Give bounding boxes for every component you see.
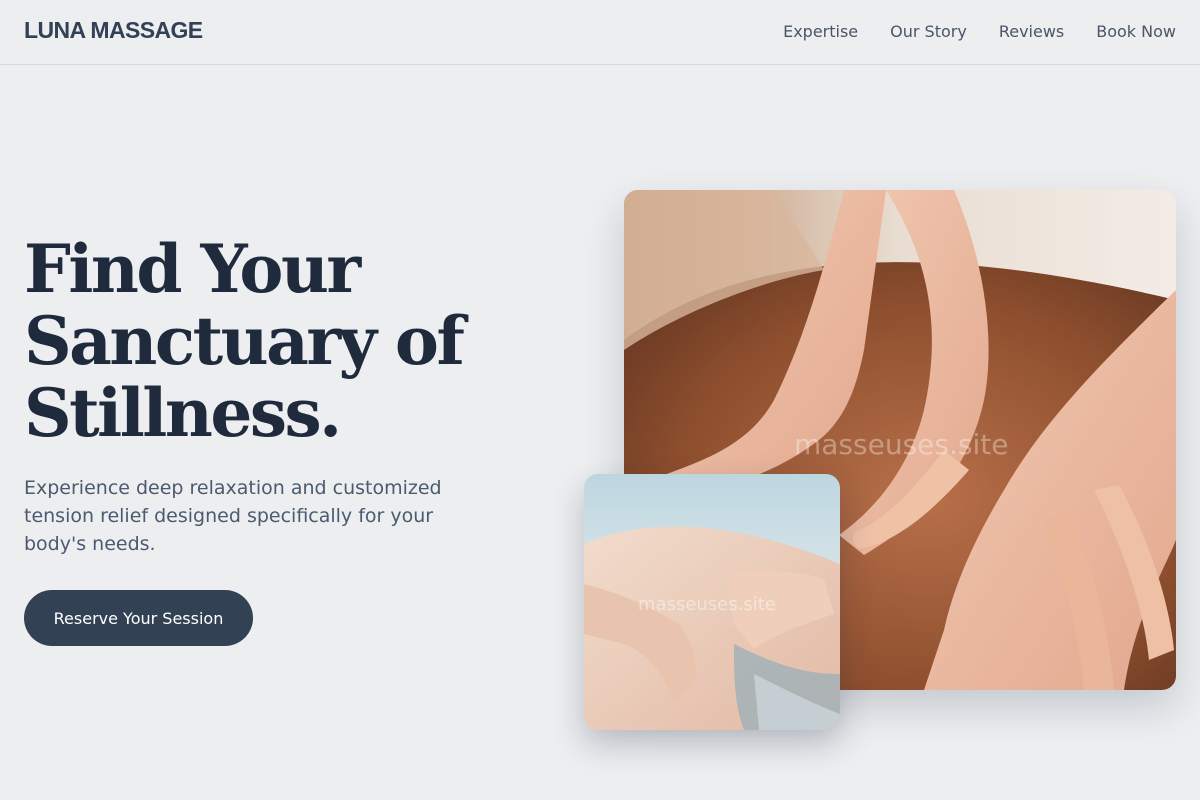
nav-link-book-now[interactable]: Book Now <box>1096 22 1176 41</box>
watermark-main: masseuses.site <box>794 428 1009 461</box>
brand-logo[interactable]: LUNA MASSAGE <box>24 17 203 44</box>
nav-link-our-story[interactable]: Our Story <box>890 22 967 41</box>
reserve-session-button[interactable]: Reserve Your Session <box>24 590 253 646</box>
site-header: LUNA MASSAGE Expertise Our Story Reviews… <box>0 0 1200 65</box>
headline-line-1: Find Your <box>24 230 361 308</box>
headline-line-3: Stillness. <box>24 374 342 452</box>
headline-line-2: Sanctuary of <box>24 302 465 380</box>
nav-link-expertise[interactable]: Expertise <box>783 22 858 41</box>
hero-headline: Find Your Sanctuary of Stillness. <box>24 233 494 449</box>
hero-subtext: Experience deep relaxation and customize… <box>24 477 442 555</box>
main-nav: Expertise Our Story Reviews Book Now <box>783 22 1176 41</box>
massage-photo-secondary: masseuses.site <box>584 474 840 730</box>
watermark-secondary: masseuses.site <box>638 594 776 615</box>
nav-link-reviews[interactable]: Reviews <box>999 22 1064 41</box>
